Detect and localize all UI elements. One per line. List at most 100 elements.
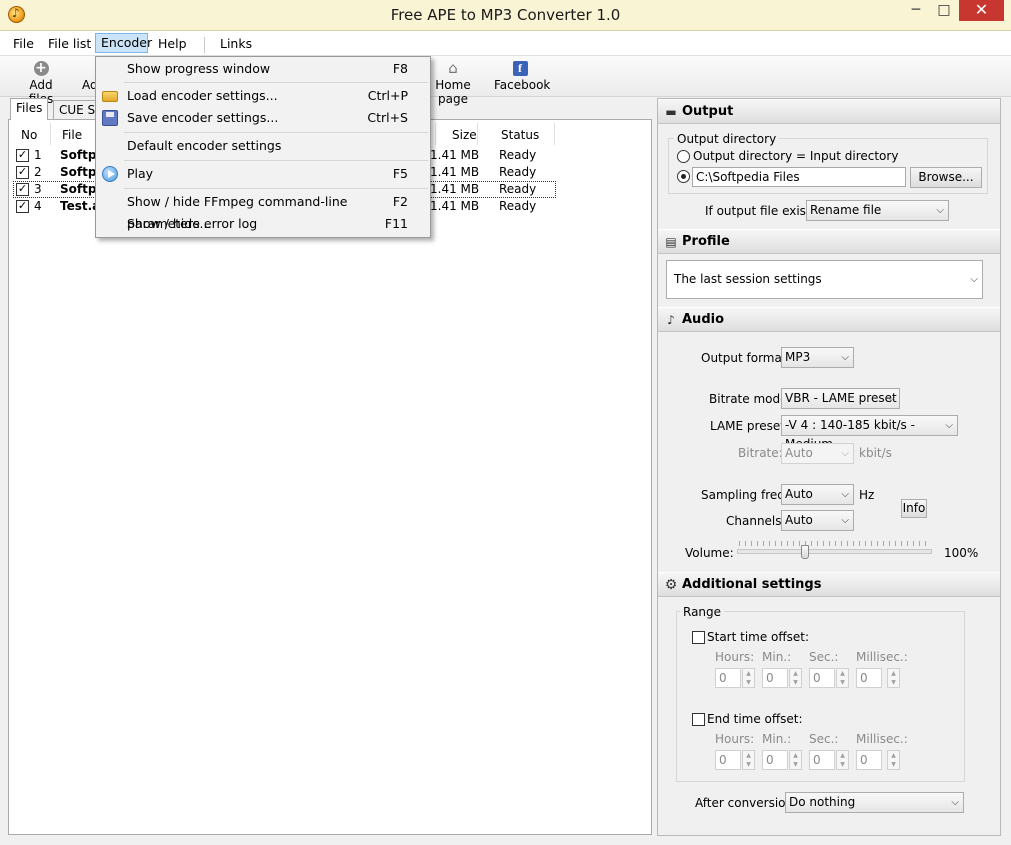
bitrate-label: Bitrate: [738, 446, 783, 460]
menu-toggle-error-log[interactable]: Show / hide error log F11 [98, 213, 428, 235]
start-ms-stepper[interactable]: ▲ ▼ [887, 668, 900, 688]
add-icon: + [33, 60, 49, 76]
music-note-icon: ♪ [667, 313, 675, 327]
start-offset-checkbox[interactable] [692, 631, 705, 644]
down-arrow-icon: ▼ [793, 761, 798, 768]
milliseconds-label: Millisec.: [856, 650, 908, 664]
menu-save-encoder-settings[interactable]: Save encoder settings... Ctrl+S [98, 107, 428, 129]
column-size[interactable]: Size [452, 124, 477, 146]
menu-item-label: Play [127, 166, 154, 181]
start-hours-input[interactable]: 0 [715, 668, 741, 688]
sampling-freq-dropdown[interactable]: Auto ⌵ [781, 484, 854, 505]
end-offset-checkbox[interactable] [692, 713, 705, 726]
bitrate-mode-dropdown[interactable]: VBR - LAME preset ⌵ [781, 388, 900, 409]
same-dir-radio[interactable] [677, 150, 690, 163]
column-file[interactable]: File [62, 124, 82, 146]
info-button[interactable]: Info [901, 499, 927, 518]
output-section-header[interactable]: ▬ Output [658, 99, 1000, 124]
end-minutes-input[interactable]: 0 [762, 750, 788, 770]
row-checkbox[interactable]: ✓ [16, 166, 29, 179]
group-title: Range [680, 605, 725, 619]
menu-item-label: Default encoder settings [127, 138, 282, 153]
volume-slider-thumb[interactable] [801, 545, 809, 559]
row-size: 1.41 MB [430, 199, 480, 213]
end-seconds-input[interactable]: 0 [809, 750, 835, 770]
bitrate-mode-label: Bitrate mode: [709, 392, 792, 406]
row-status: Ready [499, 148, 537, 162]
channels-dropdown[interactable]: Auto ⌵ [781, 510, 854, 531]
output-path-input[interactable]: C:\Softpedia Files [692, 167, 906, 187]
profile-section-header[interactable]: ▤ Profile [658, 229, 1000, 254]
maximize-button[interactable]: □ [930, 0, 958, 21]
chevron-down-icon: ⌵ [951, 797, 959, 808]
menu-toggle-ffmpeg-params[interactable]: Show / hide FFmpeg command-line paramete… [98, 191, 428, 231]
menu-show-progress-window[interactable]: Show progress window F8 [98, 58, 428, 80]
chevron-down-icon: ⌵ [841, 448, 849, 459]
if-exists-dropdown[interactable]: Rename file ⌵ [806, 200, 949, 221]
menu-default-encoder-settings[interactable]: Default encoder settings [98, 135, 428, 157]
after-conversion-dropdown[interactable]: Do nothing ⌵ [785, 792, 964, 813]
menu-links[interactable]: Links [215, 34, 257, 54]
menu-item-shortcut: F5 [392, 166, 408, 181]
down-arrow-icon: ▼ [746, 761, 751, 768]
menu-help[interactable]: Help [153, 34, 192, 54]
menu-encoder[interactable]: Encoder [95, 33, 152, 53]
start-minutes-stepper[interactable]: ▲ ▼ [789, 668, 802, 688]
menu-play[interactable]: Play F5 [98, 163, 428, 185]
minutes-label: Min.: [762, 732, 792, 746]
custom-dir-radio[interactable] [677, 170, 690, 183]
end-ms-input[interactable]: 0 [856, 750, 882, 770]
dropdown-value: Auto [785, 446, 813, 460]
start-seconds-input[interactable]: 0 [809, 668, 835, 688]
sampling-freq-label: Sampling freq.: [701, 488, 793, 502]
chevron-down-icon: ⌵ [936, 205, 944, 216]
add-files-button[interactable]: + Add files [18, 60, 64, 106]
row-checkbox[interactable]: ✓ [16, 183, 29, 196]
profile-dropdown[interactable]: The last session settings ⌵ [666, 260, 983, 299]
menu-item-shortcut: Ctrl+S [367, 110, 408, 125]
end-hours-stepper[interactable]: ▲ ▼ [742, 750, 755, 770]
start-minutes-input[interactable]: 0 [762, 668, 788, 688]
bitrate-dropdown[interactable]: Auto ⌵ [781, 443, 854, 464]
lame-preset-dropdown[interactable]: -V 4 : 140-185 kbit/s - Medium ⌵ [781, 415, 958, 451]
menu-file[interactable]: File [8, 34, 39, 54]
end-hours-input[interactable]: 0 [715, 750, 741, 770]
volume-track[interactable] [737, 549, 932, 554]
column-status[interactable]: Status [501, 124, 539, 146]
start-hours-stepper[interactable]: ▲ ▼ [742, 668, 755, 688]
row-status: Ready [499, 199, 537, 213]
column-no[interactable]: No [21, 124, 37, 146]
output-format-dropdown[interactable]: MP3 ⌵ [781, 347, 854, 368]
end-minutes-stepper[interactable]: ▲ ▼ [789, 750, 802, 770]
tab-files[interactable]: Files [10, 98, 49, 120]
start-ms-input[interactable]: 0 [856, 668, 882, 688]
home-page-button[interactable]: ⌂ Home page [424, 61, 482, 107]
section-title: Audio [682, 312, 725, 327]
additional-settings-header[interactable]: ⚙ Additional settings [658, 572, 1000, 597]
facebook-label: Facebook [494, 78, 551, 92]
close-button[interactable]: ✕ [959, 0, 1004, 21]
audio-section-header[interactable]: ♪ Audio [658, 307, 1000, 332]
up-arrow-icon: ▲ [891, 670, 896, 677]
down-arrow-icon: ▼ [840, 679, 845, 686]
window-title: Free APE to MP3 Converter 1.0 [390, 6, 621, 24]
up-arrow-icon: ▲ [746, 752, 751, 759]
browse-button[interactable]: Browse... [910, 167, 982, 188]
dropdown-value: Auto [785, 513, 813, 527]
start-seconds-stepper[interactable]: ▲ ▼ [836, 668, 849, 688]
menu-item-shortcut: F11 [384, 216, 408, 231]
end-seconds-stepper[interactable]: ▲ ▼ [836, 750, 849, 770]
menu-load-encoder-settings[interactable]: Load encoder settings... Ctrl+P [98, 85, 428, 107]
up-arrow-icon: ▲ [793, 752, 798, 759]
end-ms-stepper[interactable]: ▲ ▼ [887, 750, 900, 770]
facebook-button[interactable]: f Facebook [494, 61, 550, 95]
menu-file-list[interactable]: File list [43, 34, 96, 54]
gear-icon: ⚙ [664, 577, 678, 593]
row-status: Ready [499, 165, 537, 179]
row-checkbox[interactable]: ✓ [16, 200, 29, 213]
up-arrow-icon: ▲ [793, 670, 798, 677]
bitrate-unit: kbit/s [859, 446, 892, 460]
start-offset-label: Start time offset: [707, 630, 810, 644]
minimize-button[interactable]: ─ [902, 0, 930, 21]
row-checkbox[interactable]: ✓ [16, 149, 29, 162]
